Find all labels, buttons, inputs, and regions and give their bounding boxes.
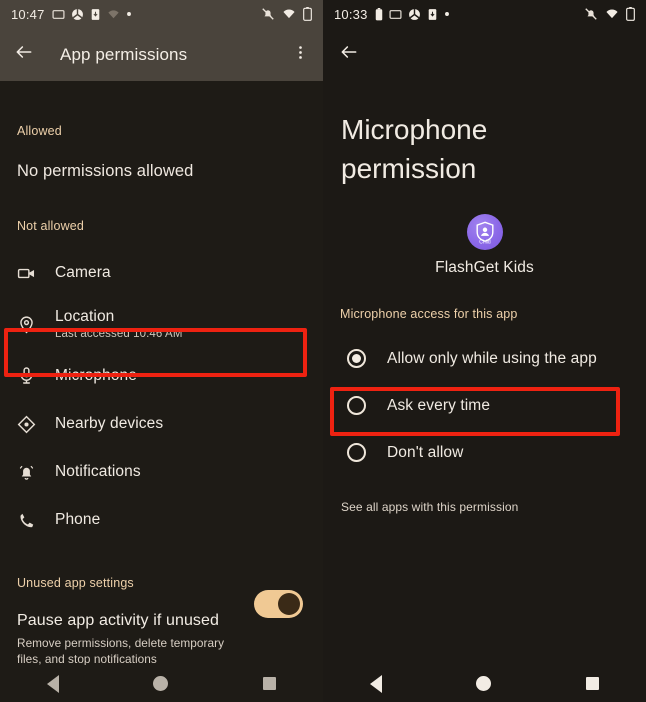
left-content: Allowed No permissions allowed Not allow… (0, 81, 323, 668)
home-nav-icon[interactable] (476, 676, 492, 691)
camera-icon (17, 264, 42, 283)
radio-option-allow-while-using[interactable]: Allow only while using the app (323, 335, 646, 382)
back-nav-icon[interactable] (370, 674, 383, 693)
left-status-bar: 10:47 (0, 0, 323, 28)
left-nav-bar (0, 665, 323, 702)
phone-icon (17, 511, 42, 530)
cast-icon (52, 8, 65, 21)
no-permissions-allowed-text: No permissions allowed (17, 162, 194, 180)
recents-nav-icon[interactable] (262, 677, 276, 690)
location-pin-icon (17, 315, 42, 334)
radio-option-label: Ask every time (387, 396, 491, 414)
permission-label: Notifications (55, 463, 141, 480)
wifi-icon (605, 7, 619, 21)
page-title: App permissions (60, 44, 188, 64)
pause-app-activity-description: Remove permissions, delete temporary fil… (17, 636, 225, 666)
permission-label: Microphone (55, 366, 137, 384)
back-arrow-icon[interactable] (339, 42, 359, 67)
battery-icon (303, 7, 312, 21)
permission-row-nearby-devices[interactable]: Nearby devices (0, 400, 323, 448)
permission-row-phone[interactable]: Phone (0, 496, 323, 544)
permission-row-camera[interactable]: Camera (0, 249, 323, 297)
permission-page-title: Microphone permission (341, 114, 488, 184)
permission-label: Nearby devices (55, 415, 164, 432)
back-arrow-icon[interactable] (14, 42, 34, 67)
left-app-bar: App permissions (0, 28, 323, 81)
radio-unselected-icon (347, 396, 366, 416)
circle-badge-icon (408, 8, 421, 21)
radio-option-ask-every-time[interactable]: Ask every time (323, 382, 646, 429)
app-identity-block: Child FlashGet Kids (323, 214, 646, 277)
see-all-apps-link[interactable]: See all apps with this permission (323, 500, 646, 514)
home-nav-icon[interactable] (153, 676, 169, 691)
radio-option-label: Don't allow (387, 443, 464, 461)
right-nav-bar (323, 665, 646, 702)
permission-sublabel: Last accessed 10:46 AM (55, 328, 183, 340)
radio-dot (352, 354, 361, 364)
permission-row-microphone[interactable]: Microphone (0, 351, 323, 400)
permission-label: Phone (55, 511, 101, 528)
permission-label: Camera (55, 264, 111, 281)
cast-icon (389, 8, 402, 21)
weak-wifi-icon (107, 8, 120, 21)
back-nav-icon[interactable] (47, 674, 60, 693)
flashget-kids-shield-icon: Child (466, 214, 503, 251)
toggle-knob (278, 593, 300, 615)
microphone-access-label: Microphone access for this app (340, 307, 518, 322)
right-status-bar: 10:33 (323, 0, 646, 28)
permission-label: Location (55, 308, 115, 325)
nearby-devices-icon (17, 415, 42, 434)
more-options-icon[interactable] (292, 44, 309, 66)
wifi-icon (282, 7, 296, 21)
status-time: 10:47 (11, 6, 45, 22)
notifications-muted-icon (261, 7, 275, 21)
status-time: 10:33 (334, 6, 368, 22)
battery-icon (626, 7, 635, 21)
dual-screenshot-container: 10:47 App permissions Allowed No permiss… (0, 0, 646, 702)
permission-row-notifications[interactable]: Notifications (0, 448, 323, 496)
radio-option-label: Allow only while using the app (387, 349, 597, 367)
phone-download-icon (90, 8, 101, 21)
battery-small-icon (375, 7, 383, 21)
microphone-icon (17, 366, 42, 385)
app-name-label: FlashGet Kids (435, 259, 534, 277)
recents-nav-icon[interactable] (585, 677, 599, 690)
right-back-bar (323, 28, 646, 81)
radio-option-dont-allow[interactable]: Don't allow (323, 429, 646, 476)
radio-unselected-icon (347, 443, 366, 463)
allowed-section-label: Allowed (17, 124, 62, 138)
notifications-muted-icon (584, 7, 598, 21)
not-allowed-section-label: Not allowed (17, 219, 84, 233)
phone-download-icon (427, 8, 438, 21)
right-phone-screen: 10:33 Microphone permission Child FlashG… (323, 0, 646, 702)
pause-app-activity-row[interactable]: Pause app activity if unused Remove perm… (0, 590, 323, 668)
circle-badge-icon (71, 8, 84, 21)
pause-app-activity-toggle[interactable] (254, 590, 303, 618)
permission-row-location[interactable]: Location Last accessed 10:46 AM (0, 297, 323, 351)
left-phone-screen: 10:47 App permissions Allowed No permiss… (0, 0, 323, 702)
bell-icon (17, 463, 42, 482)
radio-selected-icon (347, 349, 366, 369)
svg-text:Child: Child (479, 240, 491, 245)
unused-app-settings-label: Unused app settings (17, 576, 134, 590)
right-content: Microphone permission Child FlashGet Kid… (323, 81, 646, 514)
dot-icon (126, 11, 132, 17)
dot-icon (444, 11, 450, 17)
